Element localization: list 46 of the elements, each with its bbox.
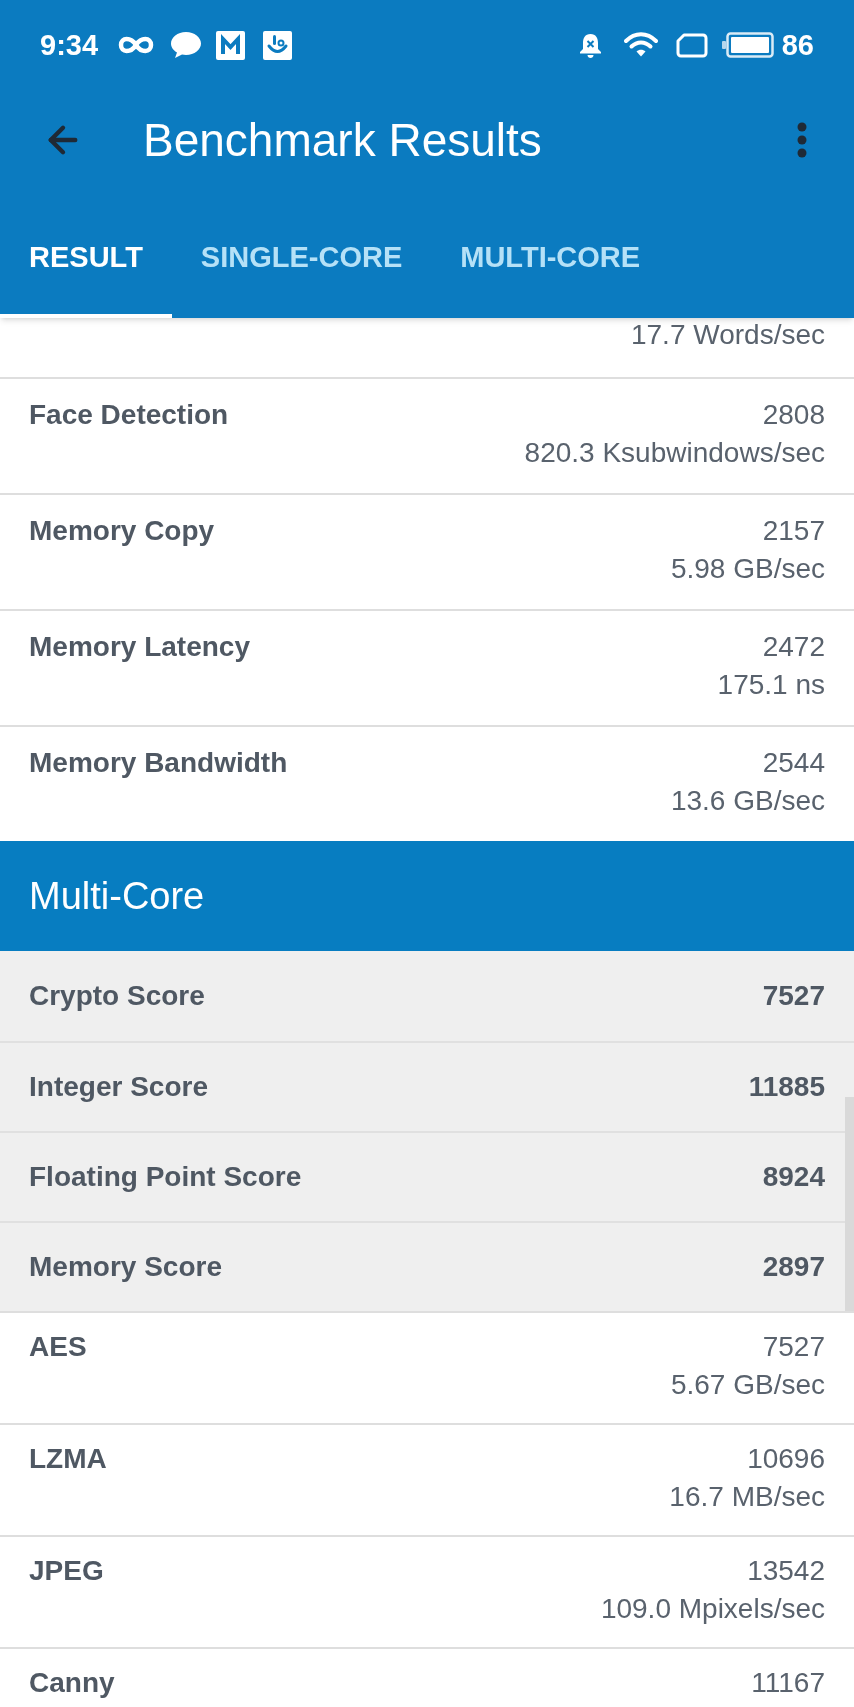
benchmark-score: 2808 bbox=[762, 398, 825, 432]
score-name: Crypto Score bbox=[29, 979, 205, 1013]
app-bar-title: Benchmark Results bbox=[143, 113, 542, 167]
wifi-icon bbox=[623, 32, 658, 58]
mail-tile-icon bbox=[216, 30, 246, 60]
benchmark-rate: 175.1 ns bbox=[717, 668, 825, 702]
benchmark-rate: 5.67 GB/sec bbox=[670, 1368, 825, 1402]
benchmark-name: JPEG bbox=[29, 1554, 104, 1588]
score-name: Floating Point Score bbox=[29, 1160, 302, 1194]
score-name: Memory Score bbox=[29, 1250, 222, 1284]
benchmark-name: Memory Bandwidth bbox=[29, 746, 288, 780]
benchmark-score: 2544 bbox=[762, 746, 825, 780]
benchmark-score: 13542 bbox=[747, 1554, 825, 1588]
benchmark-score: 2472 bbox=[762, 630, 825, 664]
benchmark-rate: 16.7 MB/sec bbox=[669, 1480, 825, 1514]
tab[interactable]: SINGLE-CORE bbox=[171, 190, 432, 318]
score-value: 11885 bbox=[748, 1070, 825, 1104]
score-value: 2897 bbox=[762, 1250, 825, 1284]
battery-icon bbox=[721, 32, 774, 58]
benchmark-name: Memory Copy bbox=[29, 514, 215, 548]
status-time: 9:34 bbox=[40, 30, 99, 60]
sim-card-icon bbox=[675, 32, 708, 58]
benchmark-rate: 820.3 Ksubwindows/sec bbox=[524, 436, 825, 470]
benchmark-rate: 13.6 GB/sec bbox=[670, 784, 825, 818]
score-value: 8924 bbox=[762, 1160, 825, 1194]
score-name: Integer Score bbox=[29, 1070, 208, 1104]
benchmark-score: 10696 bbox=[747, 1442, 825, 1476]
benchmark-score: 2157 bbox=[762, 514, 825, 548]
smiley-tile-icon bbox=[263, 30, 293, 60]
benchmark-score: 7527 bbox=[762, 1330, 825, 1364]
benchmark-rate: 17.7 Words/sec bbox=[630, 318, 825, 352]
section-title: Multi-Core bbox=[29, 874, 205, 918]
benchmark-name: LZMA bbox=[29, 1442, 107, 1476]
benchmark-name: Face Detection bbox=[29, 398, 229, 432]
tab[interactable]: RESULT bbox=[0, 190, 172, 318]
score-value: 7527 bbox=[762, 979, 825, 1013]
benchmark-name: Canny bbox=[29, 1666, 115, 1700]
benchmark-name: Memory Latency bbox=[29, 630, 250, 664]
tab[interactable]: MULTI-CORE bbox=[431, 190, 670, 318]
chat-bubble-icon bbox=[170, 31, 203, 59]
benchmark-rate: 5.98 GB/sec bbox=[670, 552, 825, 586]
more-vertical-icon bbox=[797, 122, 807, 158]
benchmark-score: 11167 bbox=[751, 1666, 825, 1700]
benchmark-name: AES bbox=[29, 1330, 87, 1364]
battery-percent: 86 bbox=[781, 30, 814, 60]
benchmark-rate: 109.0 Mpixels/sec bbox=[600, 1592, 825, 1626]
